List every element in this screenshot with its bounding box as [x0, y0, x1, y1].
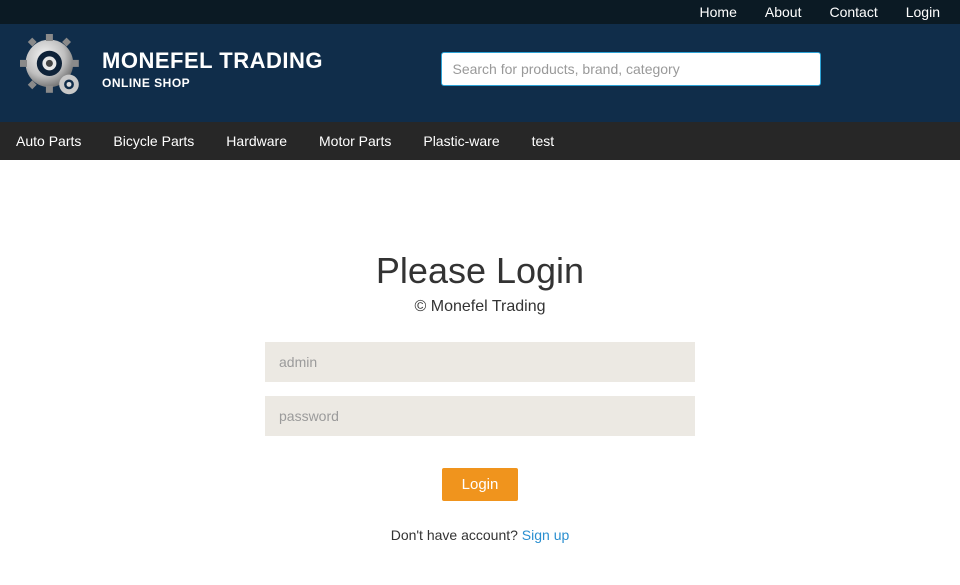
login-subtitle: © Monefel Trading: [240, 298, 720, 316]
nav-login[interactable]: Login: [906, 4, 940, 20]
brand-subtitle: ONLINE SHOP: [102, 76, 323, 90]
login-title: Please Login: [240, 250, 720, 292]
nav-contact[interactable]: Contact: [829, 4, 877, 20]
signup-line: Don't have account? Sign up: [240, 527, 720, 543]
search-wrap: [323, 52, 940, 86]
password-input[interactable]: [265, 396, 695, 436]
login-button[interactable]: Login: [442, 468, 519, 501]
brand-block: MONEFEL TRADING ONLINE SHOP: [20, 34, 323, 104]
category-test[interactable]: test: [532, 133, 555, 149]
signup-prompt: Don't have account?: [391, 527, 522, 543]
category-nav: Auto Parts Bicycle Parts Hardware Motor …: [0, 122, 960, 160]
category-auto-parts[interactable]: Auto Parts: [16, 133, 81, 149]
nav-home[interactable]: Home: [700, 4, 737, 20]
gear-icon: [20, 34, 90, 104]
header: MONEFEL TRADING ONLINE SHOP: [0, 24, 960, 122]
brand-text: MONEFEL TRADING ONLINE SHOP: [102, 48, 323, 90]
signup-link[interactable]: Sign up: [522, 527, 569, 543]
username-input[interactable]: [265, 342, 695, 382]
category-plastic-ware[interactable]: Plastic-ware: [423, 133, 499, 149]
category-bicycle-parts[interactable]: Bicycle Parts: [113, 133, 194, 149]
top-nav: Home About Contact Login: [0, 0, 960, 24]
login-panel: Please Login © Monefel Trading Login Don…: [230, 250, 730, 543]
brand-name: MONEFEL TRADING: [102, 48, 323, 74]
nav-about[interactable]: About: [765, 4, 802, 20]
category-motor-parts[interactable]: Motor Parts: [319, 133, 391, 149]
search-input[interactable]: [441, 52, 821, 86]
category-hardware[interactable]: Hardware: [226, 133, 287, 149]
